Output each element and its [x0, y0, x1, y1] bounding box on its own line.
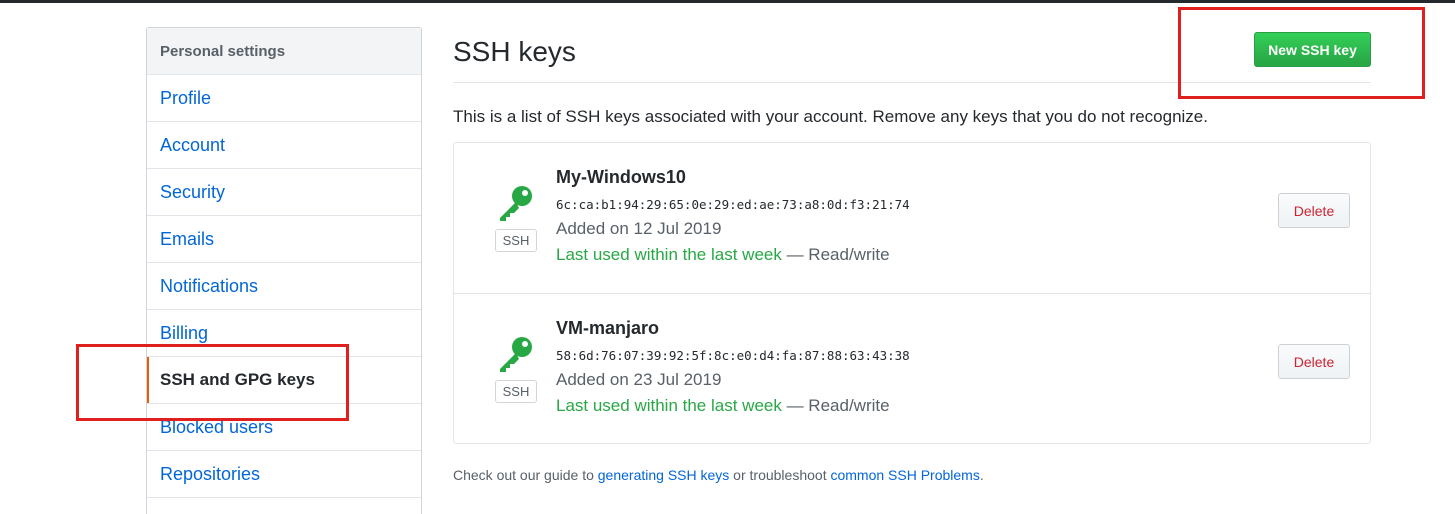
key-added-date: Added on 12 Jul 2019: [556, 219, 722, 238]
sidebar-item-profile[interactable]: Profile: [147, 75, 421, 122]
common-ssh-problems-link[interactable]: common SSH Problems: [830, 467, 979, 483]
key-access: — Read/write: [781, 245, 890, 264]
sidebar-item-emails[interactable]: Emails: [147, 216, 421, 263]
key-last-used: Last used within the last week — Read/wr…: [556, 396, 890, 416]
ssh-key-list: SSH My-Windows10 6c:ca:b1:94:29:65:0e:29…: [453, 142, 1371, 444]
footer-suffix: .: [979, 467, 984, 483]
key-type-badge: SSH: [495, 229, 537, 252]
key-icon: [500, 337, 532, 372]
delete-key-button[interactable]: Delete: [1278, 344, 1350, 379]
sidebar-item-notifications[interactable]: Notifications: [147, 263, 421, 310]
page-header: SSH keys New SSH key: [453, 27, 1371, 83]
page-title: SSH keys: [453, 36, 576, 67]
sidebar-item-blocked-users[interactable]: Blocked users: [147, 404, 421, 451]
key-type-badge: SSH: [495, 380, 537, 403]
footer-middle: or troubleshoot: [729, 467, 831, 483]
key-title: VM-manjaro: [556, 318, 660, 338]
key-fingerprint: 6c:ca:b1:94:29:65:0e:29:ed:ae:73:a8:0d:f…: [556, 197, 910, 212]
top-border: [0, 0, 1455, 3]
key-title: My-Windows10: [556, 167, 686, 187]
key-last-used: Last used within the last week — Read/wr…: [556, 245, 890, 265]
new-ssh-key-button[interactable]: New SSH key: [1254, 32, 1371, 67]
delete-key-button[interactable]: Delete: [1278, 193, 1350, 228]
main-content: SSH keys New SSH key This is a list of S…: [453, 27, 1371, 483]
intro-text: This is a list of SSH keys associated wi…: [453, 107, 1208, 126]
sidebar-item-ssh-gpg-keys[interactable]: SSH and GPG keys: [147, 357, 421, 404]
sidebar-item-security[interactable]: Security: [147, 169, 421, 216]
key-icon: [500, 186, 532, 221]
ssh-key-row: SSH My-Windows10 6c:ca:b1:94:29:65:0e:29…: [454, 143, 1370, 293]
key-fingerprint: 58:6d:76:07:39:92:5f:8c:e0:d4:fa:87:88:6…: [556, 348, 910, 363]
sidebar-item-billing[interactable]: Billing: [147, 310, 421, 357]
settings-sidebar: Personal settings Profile Account Securi…: [146, 27, 422, 514]
sidebar-header: Personal settings: [147, 28, 421, 75]
generating-ssh-keys-link[interactable]: generating SSH keys: [598, 467, 730, 483]
key-access: — Read/write: [781, 396, 890, 415]
sidebar-item-account[interactable]: Account: [147, 122, 421, 169]
footer-prefix: Check out our guide to: [453, 467, 598, 483]
sidebar-item-repositories[interactable]: Repositories: [147, 451, 421, 498]
key-last-used-recent: Last used within the last week: [556, 396, 782, 415]
key-last-used-recent: Last used within the last week: [556, 245, 782, 264]
key-added-date: Added on 23 Jul 2019: [556, 370, 722, 389]
ssh-key-row: SSH VM-manjaro 58:6d:76:07:39:92:5f:8c:e…: [454, 293, 1370, 443]
footer-help-text: Check out our guide to generating SSH ke…: [453, 467, 984, 483]
